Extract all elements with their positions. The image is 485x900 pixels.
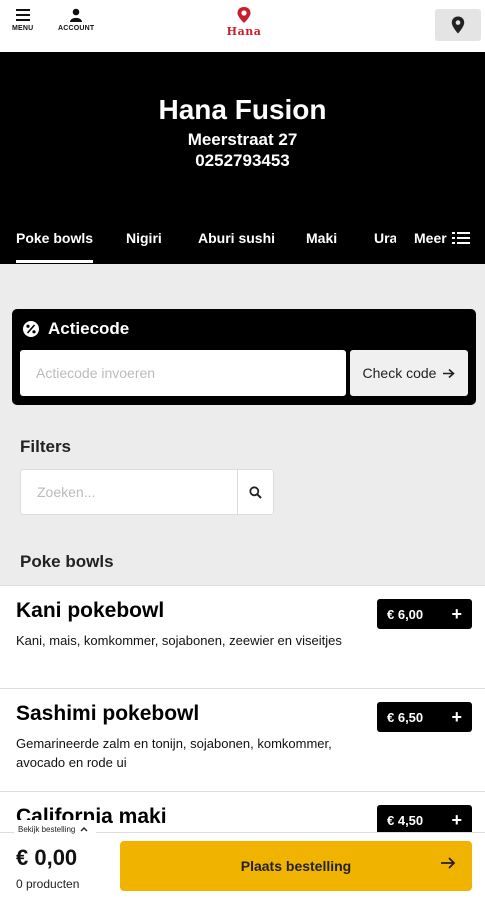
top-bar: MENU ACCOUNT Hana [0, 0, 485, 52]
tab-maki[interactable]: Maki [306, 230, 337, 246]
product-price: € 6,00 [387, 606, 424, 622]
user-icon [70, 8, 83, 22]
product-item[interactable]: Sashimi pokebowl Gemarineerde zalm en to… [0, 688, 485, 791]
plus-icon: + [451, 706, 462, 727]
restaurant-name: Hana Fusion [158, 94, 327, 125]
logo-text: Hana [226, 25, 262, 38]
category-tabs: Poke bowls Nigiri Aburi sushi Maki Urama… [0, 218, 485, 264]
check-code-label: Check code [362, 365, 437, 381]
promo-code-panel: Actiecode Check code [12, 309, 476, 405]
tab-uramaki[interactable]: Uramaki [374, 230, 396, 246]
product-description: Gemarineerde zalm en tonijn, sojabonen, … [16, 736, 332, 770]
product-price: € 4,50 [387, 812, 424, 828]
account-button[interactable]: ACCOUNT [58, 8, 94, 32]
logo-pin-icon [237, 7, 251, 23]
check-code-button[interactable]: Check code [350, 350, 468, 396]
place-order-label: Plaats bestelling [240, 858, 352, 874]
cart-item-count: 0 producten [16, 877, 80, 891]
brand-logo[interactable]: Hana [222, 6, 266, 46]
restaurant-phone[interactable]: 0252793453 [0, 151, 485, 171]
product-item[interactable]: Kani pokebowl Kani, mais, komkommer, soj… [0, 585, 485, 688]
view-order-toggle[interactable]: Bekijk bestelling [14, 820, 97, 836]
plus-icon: + [451, 809, 462, 830]
arrow-right-icon [443, 368, 456, 378]
restaurant-address: Meerstraat 27 [187, 130, 298, 149]
menu-label: MENU [12, 25, 34, 32]
chevron-up-icon [80, 827, 88, 832]
search-box [20, 469, 274, 515]
section-title: Poke bowls [20, 552, 114, 571]
menu-button[interactable]: MENU [12, 8, 33, 32]
product-price: € 6,50 [387, 709, 424, 725]
location-button[interactable] [435, 9, 481, 41]
hamburger-icon [15, 9, 30, 21]
filters-title: Filters [20, 437, 72, 456]
search-input[interactable] [20, 469, 238, 515]
account-label: ACCOUNT [58, 25, 95, 32]
search-icon [249, 485, 262, 499]
place-order-button[interactable]: Plaats bestelling [120, 841, 472, 891]
promo-code-input[interactable] [20, 350, 346, 396]
search-button[interactable] [237, 469, 274, 515]
promo-title: Actiecode [48, 319, 130, 338]
more-categories-button[interactable]: Meer [414, 230, 470, 246]
add-to-cart-button[interactable]: € 4,50 + [377, 805, 472, 835]
promo-header: Actiecode [22, 319, 129, 339]
add-to-cart-button[interactable]: € 6,50 + [377, 702, 472, 732]
tab-aburi-sushi[interactable]: Aburi sushi [198, 230, 275, 246]
cart-total: € 0,00 [16, 845, 78, 870]
location-pin-icon [451, 16, 465, 34]
percent-badge-icon [23, 321, 39, 337]
arrow-right-icon [441, 857, 456, 869]
plus-icon: + [451, 603, 462, 624]
view-order-label: Bekijk bestelling [18, 824, 76, 834]
more-label: Meer [414, 230, 447, 246]
tab-poke-bowls[interactable]: Poke bowls [16, 230, 94, 263]
list-icon [451, 232, 470, 244]
product-name: Kani pokebowl [16, 599, 165, 622]
tab-nigiri[interactable]: Nigiri [126, 230, 162, 246]
add-to-cart-button[interactable]: € 6,00 + [377, 599, 472, 629]
product-description: Kani, mais, komkommer, sojabonen, zeewie… [16, 633, 342, 648]
product-name: Sashimi pokebowl [16, 702, 200, 725]
